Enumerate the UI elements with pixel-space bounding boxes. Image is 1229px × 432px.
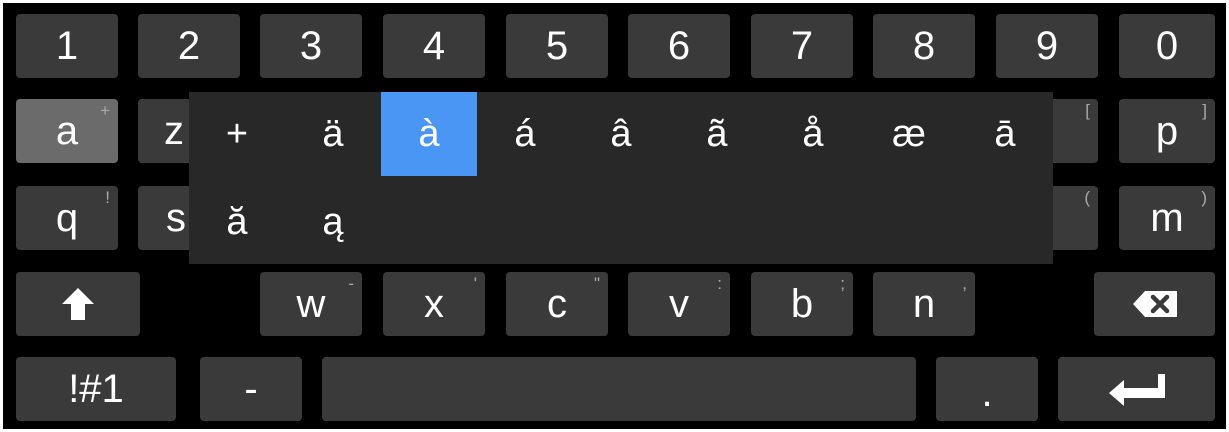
key-label: s bbox=[166, 196, 186, 240]
key-x[interactable]: x ' bbox=[383, 272, 485, 336]
key-7[interactable]: 7 bbox=[751, 14, 853, 78]
virtual-keyboard: 1 2 3 4 5 6 7 8 9 0 a + z [ p ] q ! s ( … bbox=[3, 3, 1226, 429]
key-alt-label: ] bbox=[1202, 101, 1207, 120]
key-alt-label: ) bbox=[1201, 188, 1207, 207]
backspace-icon bbox=[1131, 289, 1179, 319]
key-label: 0 bbox=[1155, 24, 1179, 68]
accent-option[interactable]: ą bbox=[285, 180, 381, 264]
key-label: a bbox=[55, 109, 79, 153]
key-label: v bbox=[669, 282, 689, 326]
key-a[interactable]: a + bbox=[16, 99, 118, 163]
key-alt-label: - bbox=[348, 274, 354, 293]
accent-label: ã bbox=[706, 112, 728, 155]
accent-option[interactable]: ā bbox=[957, 92, 1053, 176]
key-9[interactable]: 9 bbox=[996, 14, 1098, 78]
key-m[interactable]: m ) bbox=[1119, 186, 1215, 250]
key-4[interactable]: 4 bbox=[383, 14, 485, 78]
key-label: 3 bbox=[299, 24, 323, 68]
key-label: 2 bbox=[177, 24, 201, 68]
key-5[interactable]: 5 bbox=[506, 14, 608, 78]
key-label: 4 bbox=[422, 24, 446, 68]
key-alt-label: ! bbox=[105, 188, 110, 207]
key-alt-label: ' bbox=[473, 274, 477, 293]
symbols-key[interactable]: !#1 bbox=[16, 357, 176, 421]
key-alt-label: : bbox=[717, 274, 722, 293]
key-label: 1 bbox=[55, 24, 79, 68]
key-alt-label: ; bbox=[840, 274, 845, 293]
key-label: - bbox=[244, 367, 258, 411]
accent-option-selected[interactable]: à bbox=[381, 92, 477, 176]
key-1[interactable]: 1 bbox=[16, 14, 118, 78]
key-w[interactable]: w - bbox=[260, 272, 362, 336]
key-alt-label: + bbox=[100, 101, 110, 120]
key-dash[interactable]: - bbox=[200, 357, 302, 421]
shift-up-arrow-icon bbox=[59, 285, 97, 323]
key-label: b bbox=[790, 282, 814, 326]
key-0[interactable]: 0 bbox=[1119, 14, 1215, 78]
key-6[interactable]: 6 bbox=[628, 14, 730, 78]
accent-label: ă bbox=[226, 200, 248, 243]
key-8[interactable]: 8 bbox=[873, 14, 975, 78]
accent-label: ą bbox=[322, 200, 344, 243]
key-label: . bbox=[981, 371, 993, 415]
key-3[interactable]: 3 bbox=[260, 14, 362, 78]
accent-label: ä bbox=[322, 112, 344, 155]
key-period[interactable]: . bbox=[936, 357, 1038, 421]
enter-key[interactable] bbox=[1058, 357, 1215, 421]
key-label: 9 bbox=[1035, 24, 1059, 68]
key-label: m bbox=[1150, 196, 1184, 240]
key-label: 7 bbox=[790, 24, 814, 68]
accent-option[interactable]: æ bbox=[861, 92, 957, 176]
backspace-key[interactable] bbox=[1094, 272, 1215, 336]
accent-option[interactable]: á bbox=[477, 92, 573, 176]
key-b[interactable]: b ; bbox=[751, 272, 853, 336]
enter-return-icon bbox=[1106, 371, 1168, 407]
key-alt-label: " bbox=[593, 274, 600, 293]
key-label: q bbox=[55, 196, 79, 240]
accent-label: à bbox=[418, 112, 440, 155]
key-p[interactable]: p ] bbox=[1119, 99, 1215, 163]
key-c[interactable]: c " bbox=[506, 272, 608, 336]
accent-option[interactable]: ä bbox=[285, 92, 381, 176]
key-v[interactable]: v : bbox=[628, 272, 730, 336]
accent-option[interactable]: + bbox=[189, 92, 285, 176]
key-2[interactable]: 2 bbox=[138, 14, 240, 78]
key-alt-label: , bbox=[962, 274, 967, 293]
key-label: 5 bbox=[545, 24, 569, 68]
key-alt-label: [ bbox=[1085, 101, 1090, 120]
key-q[interactable]: q ! bbox=[16, 186, 118, 250]
accent-option[interactable]: ã bbox=[669, 92, 765, 176]
shift-key[interactable] bbox=[16, 272, 140, 336]
key-n[interactable]: n , bbox=[873, 272, 975, 336]
key-label: n bbox=[912, 282, 936, 326]
accent-label: â bbox=[610, 112, 632, 155]
key-label: 8 bbox=[912, 24, 936, 68]
key-label: !#1 bbox=[68, 367, 124, 411]
space-key[interactable] bbox=[322, 357, 916, 421]
accent-label: æ bbox=[892, 112, 926, 155]
key-label: w bbox=[296, 282, 326, 326]
key-label: x bbox=[424, 282, 444, 326]
key-label: c bbox=[547, 282, 567, 326]
key-label: 6 bbox=[667, 24, 691, 68]
accent-option[interactable]: å bbox=[765, 92, 861, 176]
accent-label: å bbox=[802, 112, 824, 155]
accent-option[interactable]: â bbox=[573, 92, 669, 176]
accent-popup: + ä à á â ã å æ ā ă ą bbox=[189, 92, 1053, 264]
key-label: z bbox=[164, 109, 184, 153]
accent-label: ā bbox=[994, 112, 1016, 155]
accent-label: á bbox=[514, 112, 536, 155]
key-label: p bbox=[1155, 109, 1179, 153]
key-alt-label: ( bbox=[1084, 188, 1090, 207]
accent-option[interactable]: ă bbox=[189, 180, 285, 264]
accent-label: + bbox=[225, 112, 249, 155]
